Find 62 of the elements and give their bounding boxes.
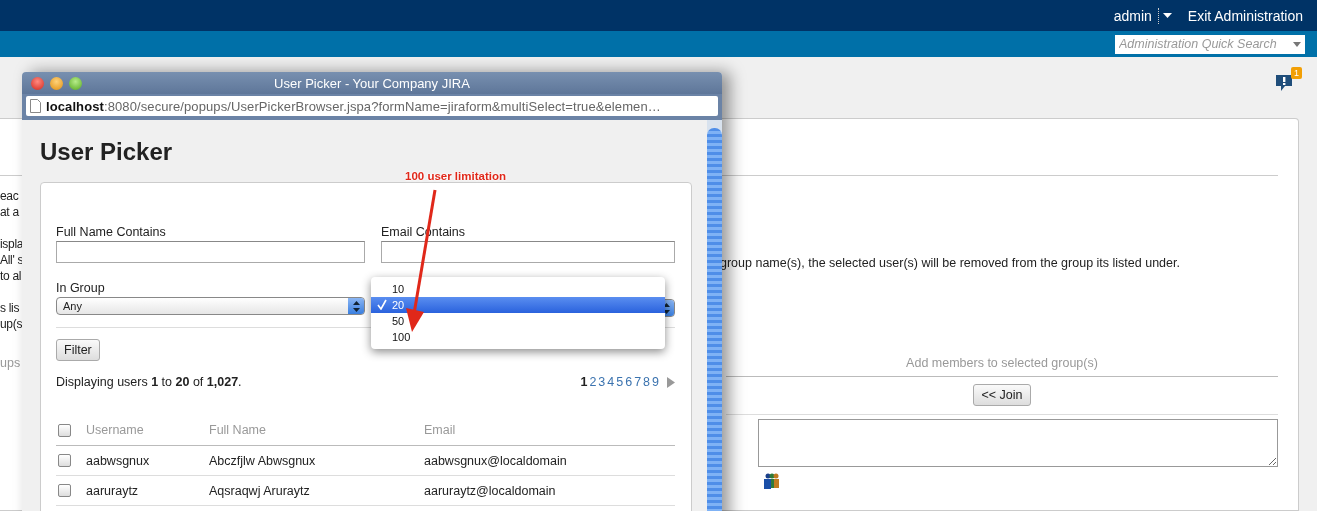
join-button[interactable]: << Join — [973, 384, 1031, 406]
close-window-button[interactable] — [31, 76, 44, 90]
dropdown-option[interactable]: 20 — [371, 297, 665, 313]
text-fragment: eac — [0, 188, 19, 204]
column-header[interactable]: Email — [424, 423, 456, 437]
dropdown-option[interactable]: 100 — [371, 329, 665, 345]
annotation-label: 100 user limitation — [405, 170, 506, 182]
results-summary: Displaying users 1 to 20 of 1,027. — [56, 375, 242, 389]
window-title: User Picker - Your Company JIRA — [274, 75, 470, 91]
row-checkbox[interactable] — [58, 454, 71, 467]
text-fragment: to al — [0, 268, 22, 284]
field-label: In Group — [56, 281, 106, 295]
page-link[interactable]: 8 — [643, 375, 651, 389]
group-select[interactable]: Any — [56, 297, 365, 315]
column-header[interactable]: Username — [86, 423, 144, 437]
field-label: Full Name Contains — [56, 225, 167, 239]
add-members-heading: Add members to selected group(s) — [726, 356, 1278, 377]
text-fragment: ispla — [0, 236, 24, 252]
page-link[interactable]: 9 — [652, 375, 659, 389]
column-header[interactable]: Full Name — [209, 423, 266, 437]
page-heading: User Picker — [40, 138, 174, 166]
zoom-window-button[interactable] — [69, 76, 82, 90]
page-link[interactable]: 6 — [625, 375, 633, 389]
user-menu[interactable]: admin — [1113, 7, 1152, 24]
filter-button[interactable]: Filter — [56, 339, 100, 361]
text-fragment: ups — [0, 356, 21, 370]
email-cell: aaruraytz@localdomain — [424, 483, 556, 498]
users-icon[interactable] — [763, 473, 780, 489]
dropdown-option[interactable]: 50 — [371, 313, 665, 329]
text-field[interactable] — [381, 241, 675, 263]
scrollbar-thumb[interactable] — [707, 128, 722, 511]
page-icon — [30, 99, 41, 113]
page-link[interactable]: 7 — [634, 375, 642, 389]
select-all-checkbox[interactable] — [58, 423, 71, 437]
page-link[interactable]: 3 — [598, 375, 606, 389]
text-fragment: up(s — [0, 316, 23, 332]
members-field[interactable] — [758, 419, 1278, 467]
text-fragment: at a — [0, 204, 19, 220]
up-down-arrows-icon[interactable] — [352, 300, 360, 312]
full-name-cell: Abczfjlw Abwsgnux — [209, 453, 316, 468]
dropdown-caret-icon[interactable] — [1293, 41, 1301, 47]
email-cell: aabwsgnux@localdomain — [424, 453, 567, 468]
page-link[interactable]: 4 — [607, 375, 615, 389]
next-page-icon[interactable] — [667, 376, 675, 388]
minimize-window-button[interactable] — [50, 76, 63, 90]
row-checkbox[interactable] — [58, 484, 71, 497]
up-down-arrows-icon[interactable] — [662, 302, 670, 314]
notification-count: 1 — [1291, 67, 1302, 79]
address-bar[interactable]: localhost:8080/secure/popups/UserPickerBrowser.jspa?formName=jiraform&multiSelect=true&elemen… — [26, 96, 718, 116]
caret-icon[interactable] — [1162, 13, 1172, 18]
page-link[interactable]: 2 — [589, 375, 597, 389]
page-link[interactable]: 1 — [580, 375, 588, 389]
text-field[interactable] — [56, 241, 365, 263]
exit-administration-link[interactable]: Exit Administration — [1187, 7, 1303, 24]
username-cell: aabwsgnux — [86, 453, 150, 468]
dropdown-option[interactable]: 10 — [371, 281, 665, 297]
text-fragment: s lis — [0, 300, 20, 316]
page-link[interactable]: 5 — [616, 375, 624, 389]
username-cell: aaruraytz — [86, 483, 139, 498]
full-name-cell: Aqsraqwj Aruraytz — [209, 483, 310, 498]
quick-search-field[interactable]: Administration Quick Search — [1115, 34, 1305, 54]
check-icon — [377, 299, 387, 310]
